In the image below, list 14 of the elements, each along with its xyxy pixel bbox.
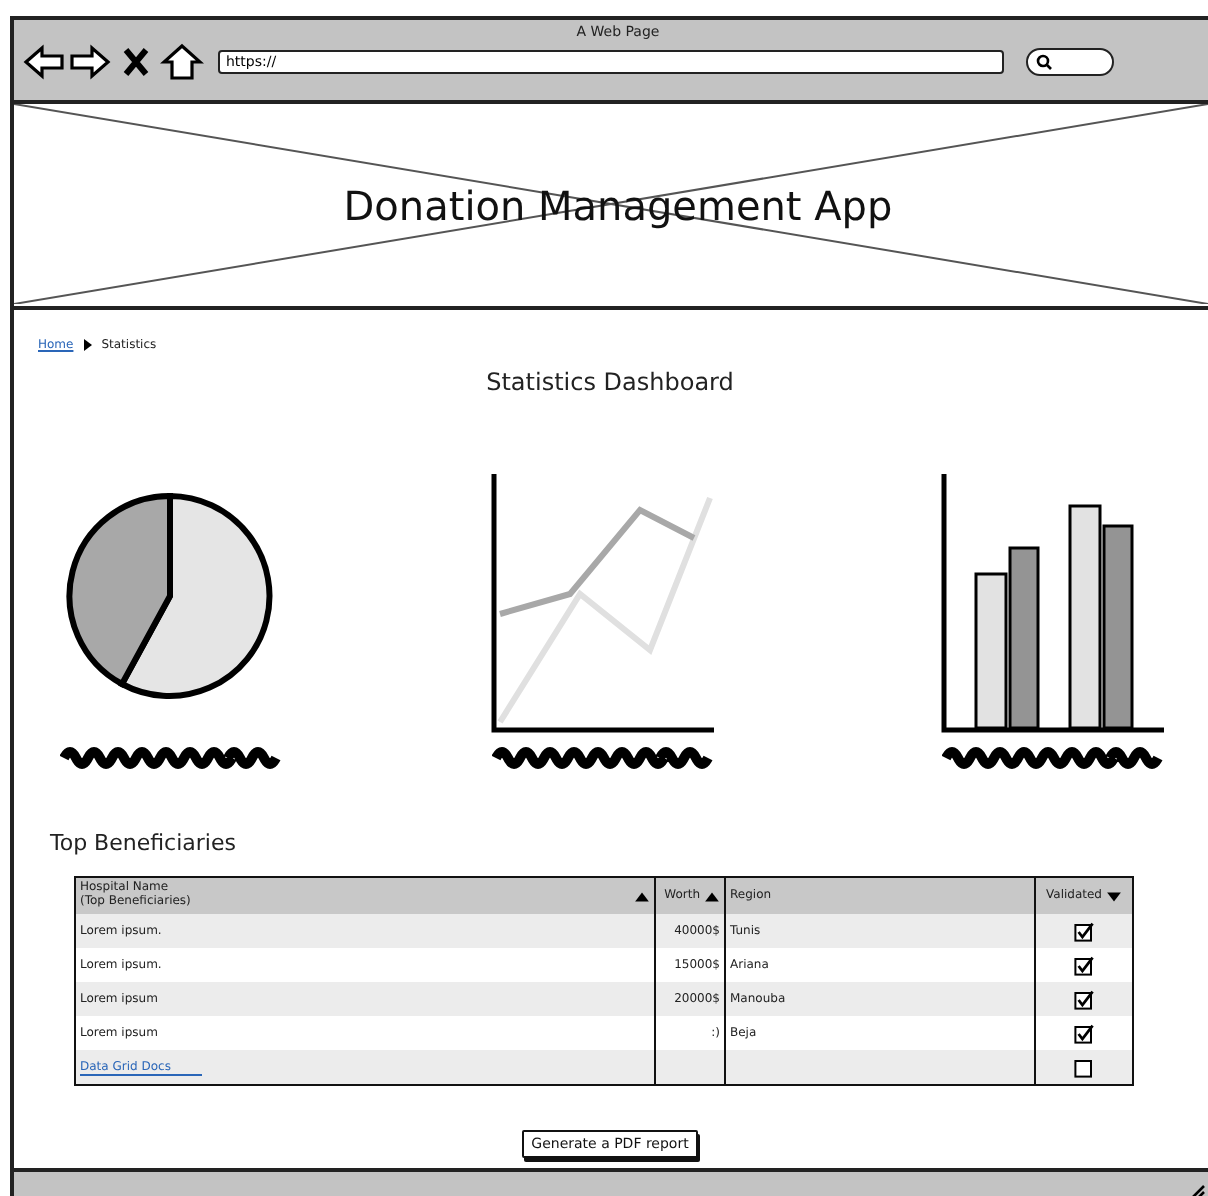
search-icon — [1036, 54, 1052, 70]
search-field[interactable] — [1026, 48, 1114, 76]
forward-icon[interactable] — [68, 42, 112, 82]
checkbox[interactable] — [1074, 989, 1094, 1009]
checkbox[interactable] — [1074, 1057, 1094, 1077]
checkbox[interactable] — [1074, 921, 1094, 941]
checkbox[interactable] — [1074, 1023, 1094, 1043]
page-title: Statistics Dashboard — [486, 368, 734, 396]
checkbox[interactable] — [1074, 955, 1094, 975]
table-title: Top Beneficiaries — [50, 830, 238, 856]
chevron-icon — [81, 338, 94, 352]
resize-grip-icon — [1190, 1184, 1206, 1196]
home-icon[interactable] — [160, 42, 204, 82]
back-icon[interactable] — [22, 42, 66, 82]
